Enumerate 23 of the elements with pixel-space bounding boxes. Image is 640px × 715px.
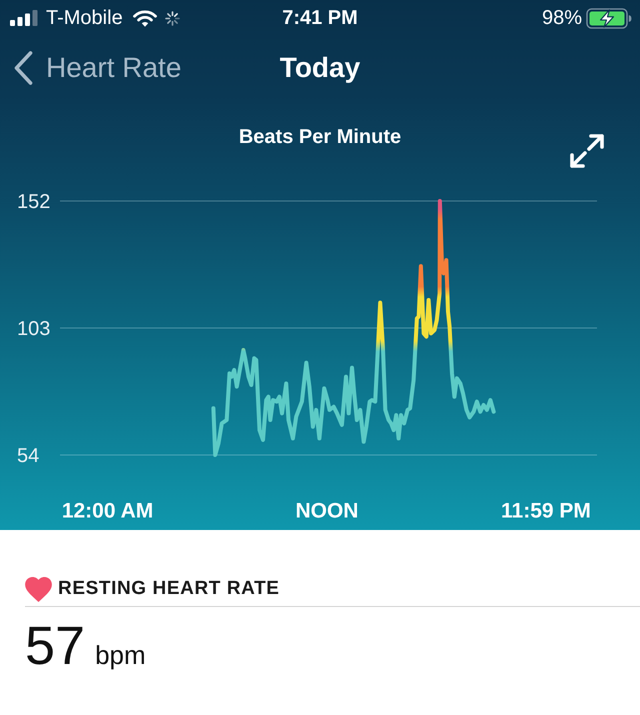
x-axis-label: 12:00 AM <box>62 500 154 522</box>
x-axis-label: NOON <box>295 500 358 522</box>
carrier-name: T-Mobile <box>46 6 123 30</box>
nav-title: Today <box>280 52 360 84</box>
status-time: 7:41 PM <box>282 6 358 30</box>
expand-button[interactable] <box>569 133 605 169</box>
y-axis-label: 54 <box>17 445 40 467</box>
wifi-icon <box>132 10 157 26</box>
chart-title: Beats Per Minute <box>238 125 402 149</box>
y-axis-label: 103 <box>17 318 50 340</box>
loading-spinner-icon <box>164 10 180 26</box>
back-button[interactable]: Heart Rate <box>14 51 182 85</box>
expand-icon <box>569 133 605 169</box>
unit-label: bpm <box>95 640 146 671</box>
signal-icon <box>10 10 38 26</box>
battery-percent: 98% <box>542 6 582 30</box>
heart-icon <box>25 576 52 602</box>
x-axis-label: 11:59 PM <box>501 500 591 522</box>
battery-icon <box>586 8 632 28</box>
chevron-left-icon <box>14 51 33 85</box>
resting-heart-rate-value: 57 <box>25 619 86 673</box>
section-title: RESTING HEART RATE <box>58 578 280 600</box>
y-axis-label: 152 <box>17 191 50 213</box>
